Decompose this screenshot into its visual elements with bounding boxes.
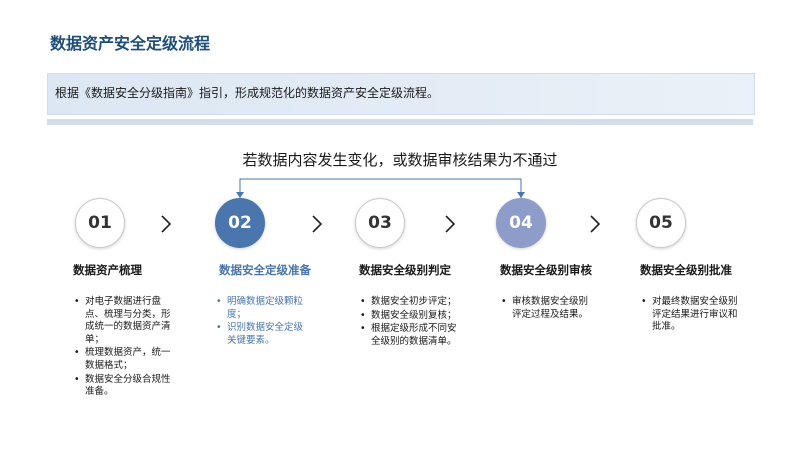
bullet-item: 对电子数据进行盘点、梳理与分类，形成统一的数据资产清单； xyxy=(73,296,175,346)
bullet-item: 对最终数据安全级别评定结果进行审议和批准。 xyxy=(640,296,744,334)
bullet-item: 数据安全分级合规性准备。 xyxy=(73,374,175,399)
bullet-item: 数据安全级别复核； xyxy=(359,310,463,323)
bullet-item: 梳理数据资产，统一数据格式； xyxy=(73,347,175,372)
chevron-right-icon xyxy=(590,215,601,233)
step-number-badge: 04 xyxy=(496,198,546,248)
step-bullet-list: 对电子数据进行盘点、梳理与分类，形成统一的数据资产清单； 梳理数据资产，统一数据… xyxy=(73,296,175,400)
bullet-item: 明确数据定级颗粒度； xyxy=(215,296,311,321)
step-title: 数据安全级别审核 xyxy=(500,263,592,277)
bullet-item: 审核数据安全级别评定过程及结果。 xyxy=(500,296,596,321)
step-title: 数据安全级别判定 xyxy=(359,263,451,277)
bullet-item: 识别数据安全定级关键要素。 xyxy=(215,322,311,347)
step-title: 数据安全级别批准 xyxy=(640,263,732,277)
step-number-badge: 02 xyxy=(215,198,265,248)
chevron-right-icon xyxy=(312,215,323,233)
step-bullet-list: 明确数据定级颗粒度； 识别数据安全定级关键要素。 xyxy=(215,296,311,348)
step-title: 数据资产梳理 xyxy=(73,263,142,277)
step-number-badge: 01 xyxy=(75,198,125,248)
step-bullet-list: 数据安全初步评定； 数据安全级别复核； 根据定级形成不同安全级别的数据清单。 xyxy=(359,296,463,349)
bullet-item: 根据定级形成不同安全级别的数据清单。 xyxy=(359,323,463,348)
step-number-badge: 05 xyxy=(636,198,686,248)
step-bullet-list: 对最终数据安全级别评定结果进行审议和批准。 xyxy=(640,296,744,335)
bullet-item: 数据安全初步评定； xyxy=(359,296,463,309)
chevron-right-icon xyxy=(161,215,172,233)
chevron-right-icon xyxy=(445,215,456,233)
step-bullet-list: 审核数据安全级别评定过程及结果。 xyxy=(500,296,596,322)
loop-connector-line xyxy=(239,178,522,198)
step-number-badge: 03 xyxy=(355,198,405,248)
step-title: 数据安全定级准备 xyxy=(219,263,311,277)
